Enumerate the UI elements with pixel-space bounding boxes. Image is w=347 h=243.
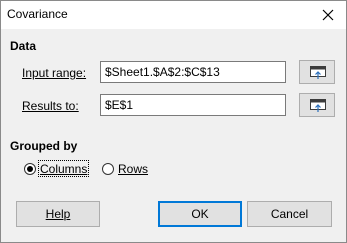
results-to-field[interactable] bbox=[100, 94, 286, 116]
results-to-label: Results to: bbox=[22, 99, 79, 113]
covariance-dialog: Covariance Data Input range: Results to:… bbox=[0, 0, 347, 243]
ok-button-label: OK bbox=[191, 207, 209, 221]
rows-radio-label[interactable]: Rows bbox=[118, 162, 148, 176]
ok-button[interactable]: OK bbox=[158, 201, 242, 227]
input-range-shrink-button[interactable] bbox=[299, 60, 335, 84]
columns-radio[interactable] bbox=[24, 163, 36, 175]
shrink-dialog-icon bbox=[310, 66, 326, 79]
columns-radio-label[interactable]: Columns bbox=[40, 162, 87, 176]
input-range-field[interactable] bbox=[100, 61, 286, 83]
close-icon bbox=[322, 9, 334, 21]
rows-radio[interactable] bbox=[102, 163, 114, 175]
input-range-label: Input range: bbox=[22, 66, 87, 80]
data-heading: Data bbox=[10, 39, 37, 53]
results-to-shrink-button[interactable] bbox=[299, 93, 335, 117]
dialog-title: Covariance bbox=[7, 7, 68, 21]
radio-selected-dot bbox=[27, 166, 33, 172]
close-button[interactable] bbox=[318, 5, 338, 25]
shrink-dialog-icon bbox=[310, 99, 326, 112]
grouped-by-heading: Grouped by bbox=[10, 139, 78, 153]
help-button-label: Help bbox=[45, 207, 71, 221]
cancel-button-label: Cancel bbox=[270, 207, 309, 221]
cancel-button[interactable]: Cancel bbox=[247, 201, 332, 227]
title-bar: Covariance bbox=[1, 1, 346, 29]
help-button[interactable]: Help bbox=[16, 201, 100, 227]
